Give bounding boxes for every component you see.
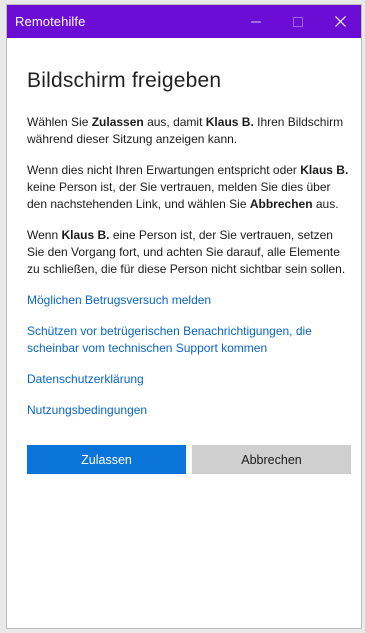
- terms-of-use-link[interactable]: Nutzungsbedingungen: [27, 402, 351, 419]
- helper-name: Klaus B.: [205, 115, 254, 129]
- text-segment: aus, damit: [143, 115, 206, 129]
- allow-button[interactable]: Zulassen: [27, 445, 186, 474]
- report-instruction-text: Wenn dies nicht Ihren Erwartungen entspr…: [27, 162, 351, 213]
- text-segment: aus.: [312, 197, 339, 211]
- helper-name: Klaus B.: [61, 228, 110, 242]
- text-segment: Wenn: [27, 228, 62, 242]
- text-segment: Wählen Sie: [27, 115, 92, 129]
- trust-instruction-text: Wenn Klaus B. eine Person ist, der Sie v…: [27, 227, 351, 278]
- window-title: Remotehilfe: [15, 14, 86, 29]
- maximize-button[interactable]: [277, 5, 319, 38]
- cancel-button[interactable]: Abbrechen: [192, 445, 351, 474]
- page-title: Bildschirm freigeben: [27, 69, 222, 92]
- maximize-icon: [293, 16, 303, 27]
- privacy-statement-link[interactable]: Datenschutzerklärung: [27, 371, 351, 388]
- action-buttons: Zulassen Abbrechen: [27, 445, 351, 474]
- helper-name: Klaus B.: [300, 163, 349, 177]
- title-bar: Remotehilfe: [7, 5, 361, 38]
- close-button[interactable]: [319, 5, 361, 38]
- text-segment: Wenn dies nicht Ihren Erwartungen entspr…: [27, 163, 301, 177]
- allow-instruction-text: Wählen Sie Zulassen aus, damit Klaus B. …: [27, 114, 351, 148]
- minimize-button[interactable]: [235, 5, 277, 38]
- cancel-keyword: Abbrechen: [249, 197, 313, 211]
- remote-assistance-window: Remotehilfe Bildschirm freigeben Wählen …: [6, 4, 362, 629]
- dialog-content: Bildschirm freigeben Wählen Sie Zulassen…: [7, 68, 361, 474]
- window-controls: [235, 5, 361, 38]
- allow-keyword: Zulassen: [91, 115, 144, 129]
- close-icon: [334, 16, 346, 27]
- report-scam-link[interactable]: Möglichen Betrugsversuch melden: [27, 292, 351, 309]
- minimize-icon: [251, 21, 261, 22]
- support-scam-protection-link[interactable]: Schützen vor betrügerischen Benachrichti…: [27, 323, 351, 357]
